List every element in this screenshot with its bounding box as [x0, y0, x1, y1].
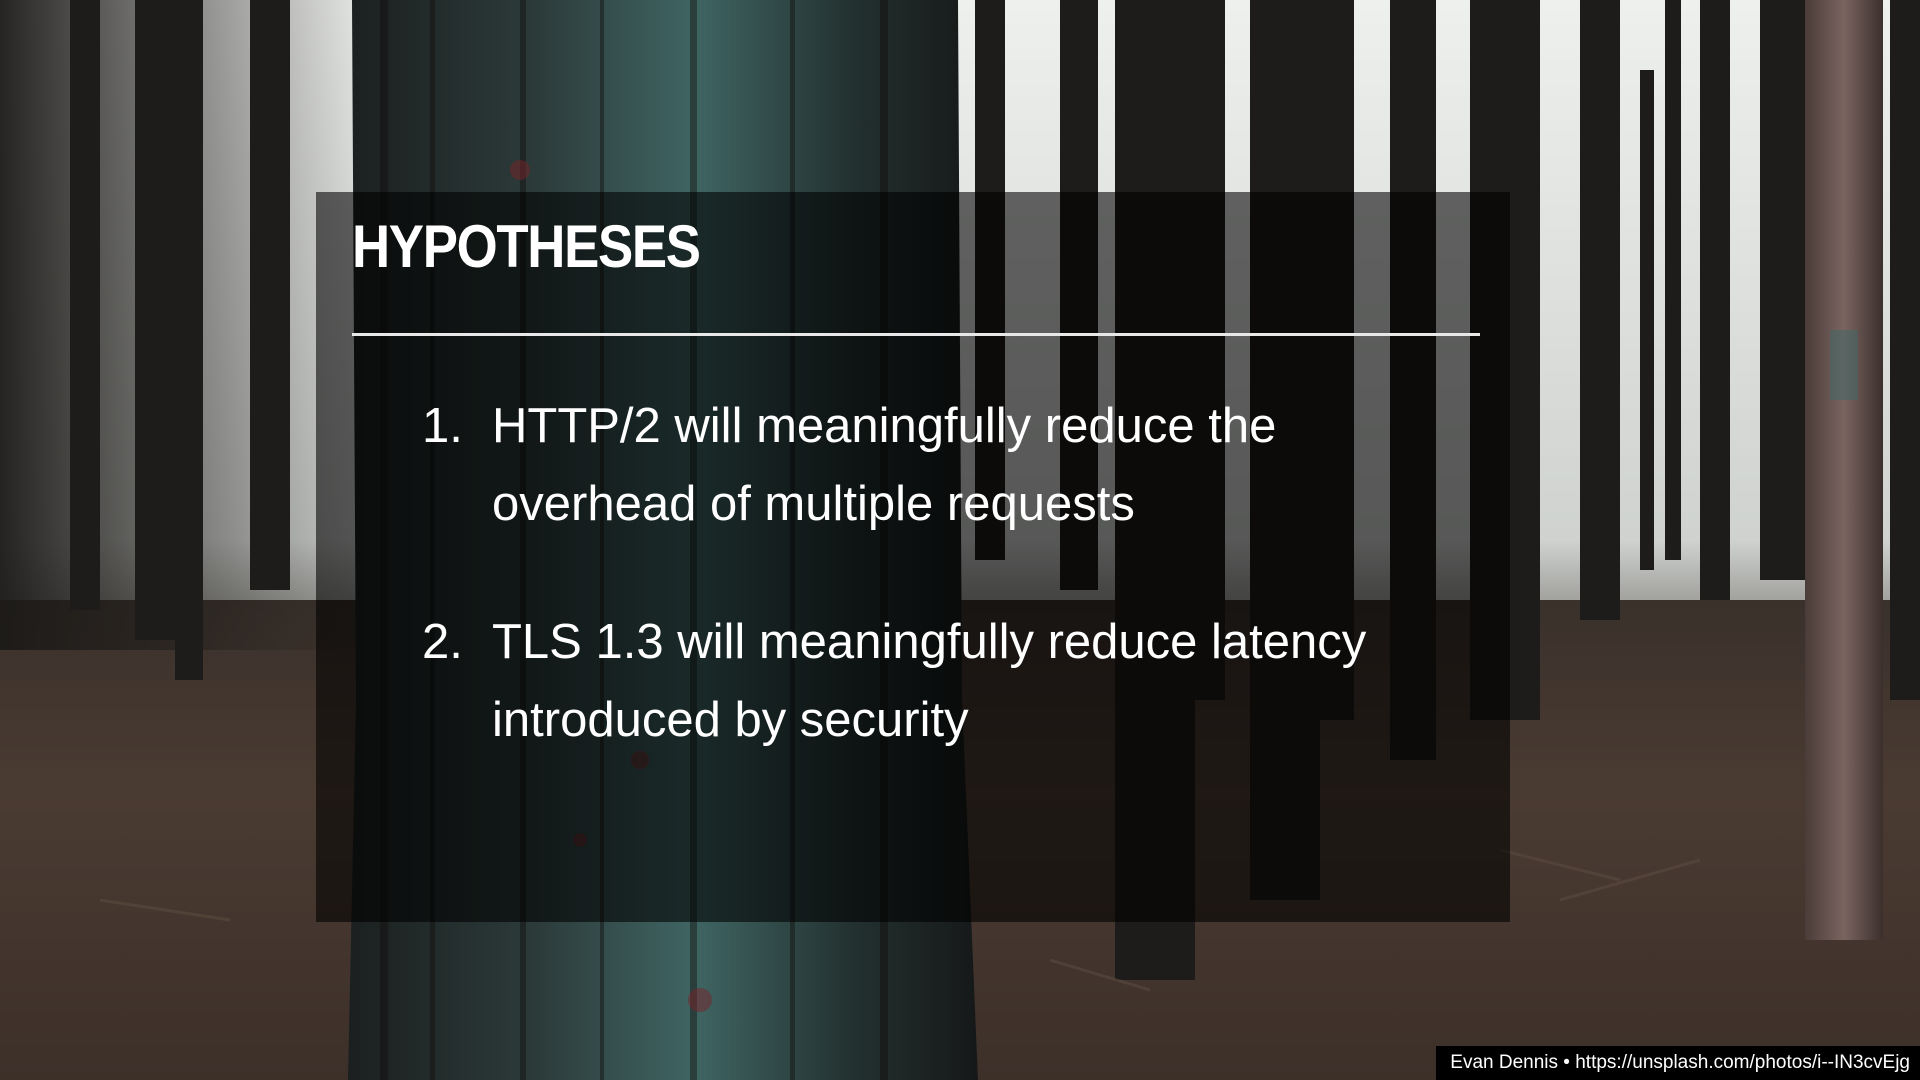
photo-credit: Evan Dennis • https://unsplash.com/photo… [1436, 1046, 1920, 1080]
content-panel: HYPOTHESES 1. HTTP/2 will meaningfully r… [316, 192, 1510, 922]
list-item: 1. HTTP/2 will meaningfully reduce the o… [422, 387, 1482, 543]
title-divider [352, 333, 1480, 336]
slide: HYPOTHESES 1. HTTP/2 will meaningfully r… [0, 0, 1920, 1080]
list-item-text: HTTP/2 will meaningfully reduce the over… [492, 399, 1277, 531]
hypotheses-list: 1. HTTP/2 will meaningfully reduce the o… [422, 387, 1482, 819]
list-item: 2. TLS 1.3 will meaningfully reduce late… [422, 603, 1482, 759]
list-item-number: 2. [422, 615, 463, 669]
list-item-number: 1. [422, 399, 463, 453]
list-item-text: TLS 1.3 will meaningfully reduce latency… [492, 615, 1367, 747]
slide-title: HYPOTHESES [352, 213, 701, 280]
